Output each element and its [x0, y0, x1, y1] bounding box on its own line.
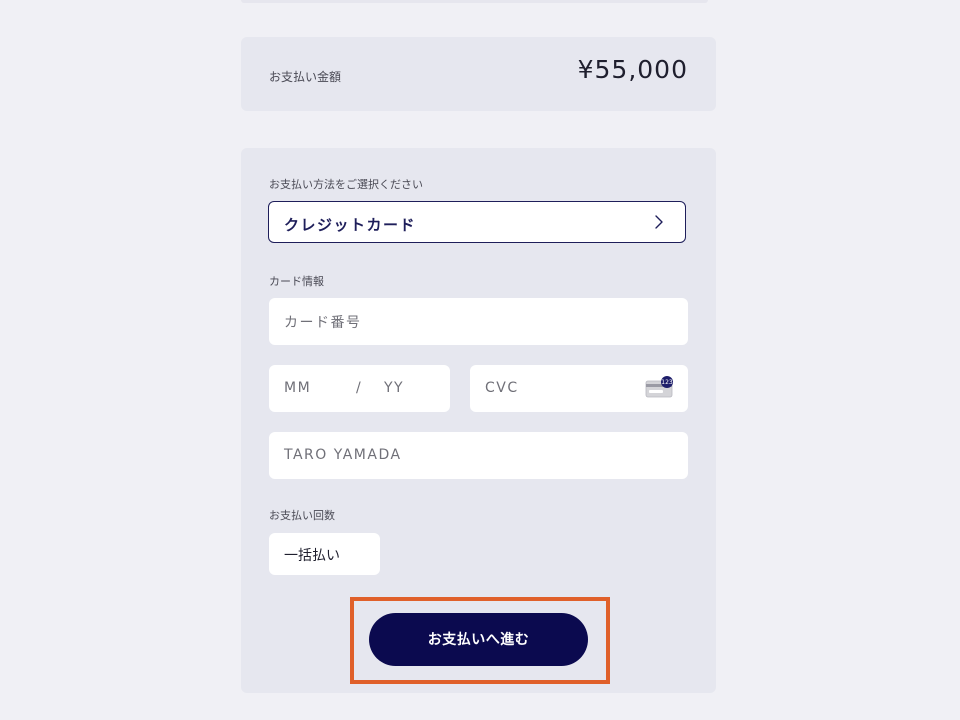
expiry-separator: / [356, 380, 363, 396]
expiry-year-placeholder: YY [384, 380, 405, 396]
proceed-to-payment-label: お支払いへ進む [427, 631, 530, 647]
card-info-label: カード情報 [269, 275, 324, 288]
cvc-placeholder: CVC [485, 380, 519, 396]
cardholder-name-placeholder: TARO YAMADA [284, 447, 402, 463]
chevron-right-icon [655, 215, 663, 229]
proceed-to-payment-button[interactable]: お支払いへ進む [369, 613, 588, 666]
payment-amount-value: ¥55,000 [577, 55, 688, 84]
card-cvc-field[interactable]: CVC 123 [470, 365, 688, 412]
card-expiry-field[interactable]: MM / YY [269, 365, 450, 412]
payment-amount-card: お支払い金額 ¥55,000 [241, 37, 716, 111]
credit-card-cvc-icon: 123 [645, 376, 673, 398]
installments-select[interactable]: 一括払い [269, 533, 380, 575]
expiry-month-placeholder: MM [284, 380, 312, 396]
installments-label: お支払い回数 [269, 509, 335, 522]
card-number-placeholder: カード番号 [284, 315, 362, 331]
payment-form-card: お支払い方法をご選択ください クレジットカード カード情報 カード番号 MM /… [241, 148, 716, 693]
payment-method-select[interactable]: クレジットカード [268, 201, 686, 243]
payment-page: お支払い金額 ¥55,000 お支払い方法をご選択ください クレジットカード カ… [0, 0, 960, 720]
payment-method-label: お支払い方法をご選択ください [269, 178, 423, 191]
cardholder-name-field[interactable]: TARO YAMADA [269, 432, 688, 479]
payment-method-value: クレジットカード [284, 216, 417, 234]
previous-card-edge [241, 0, 708, 3]
installments-value: 一括払い [284, 548, 340, 564]
card-number-field[interactable]: カード番号 [269, 298, 688, 345]
payment-amount-label: お支払い金額 [269, 70, 342, 84]
cvc-icon-text: 123 [661, 379, 673, 386]
